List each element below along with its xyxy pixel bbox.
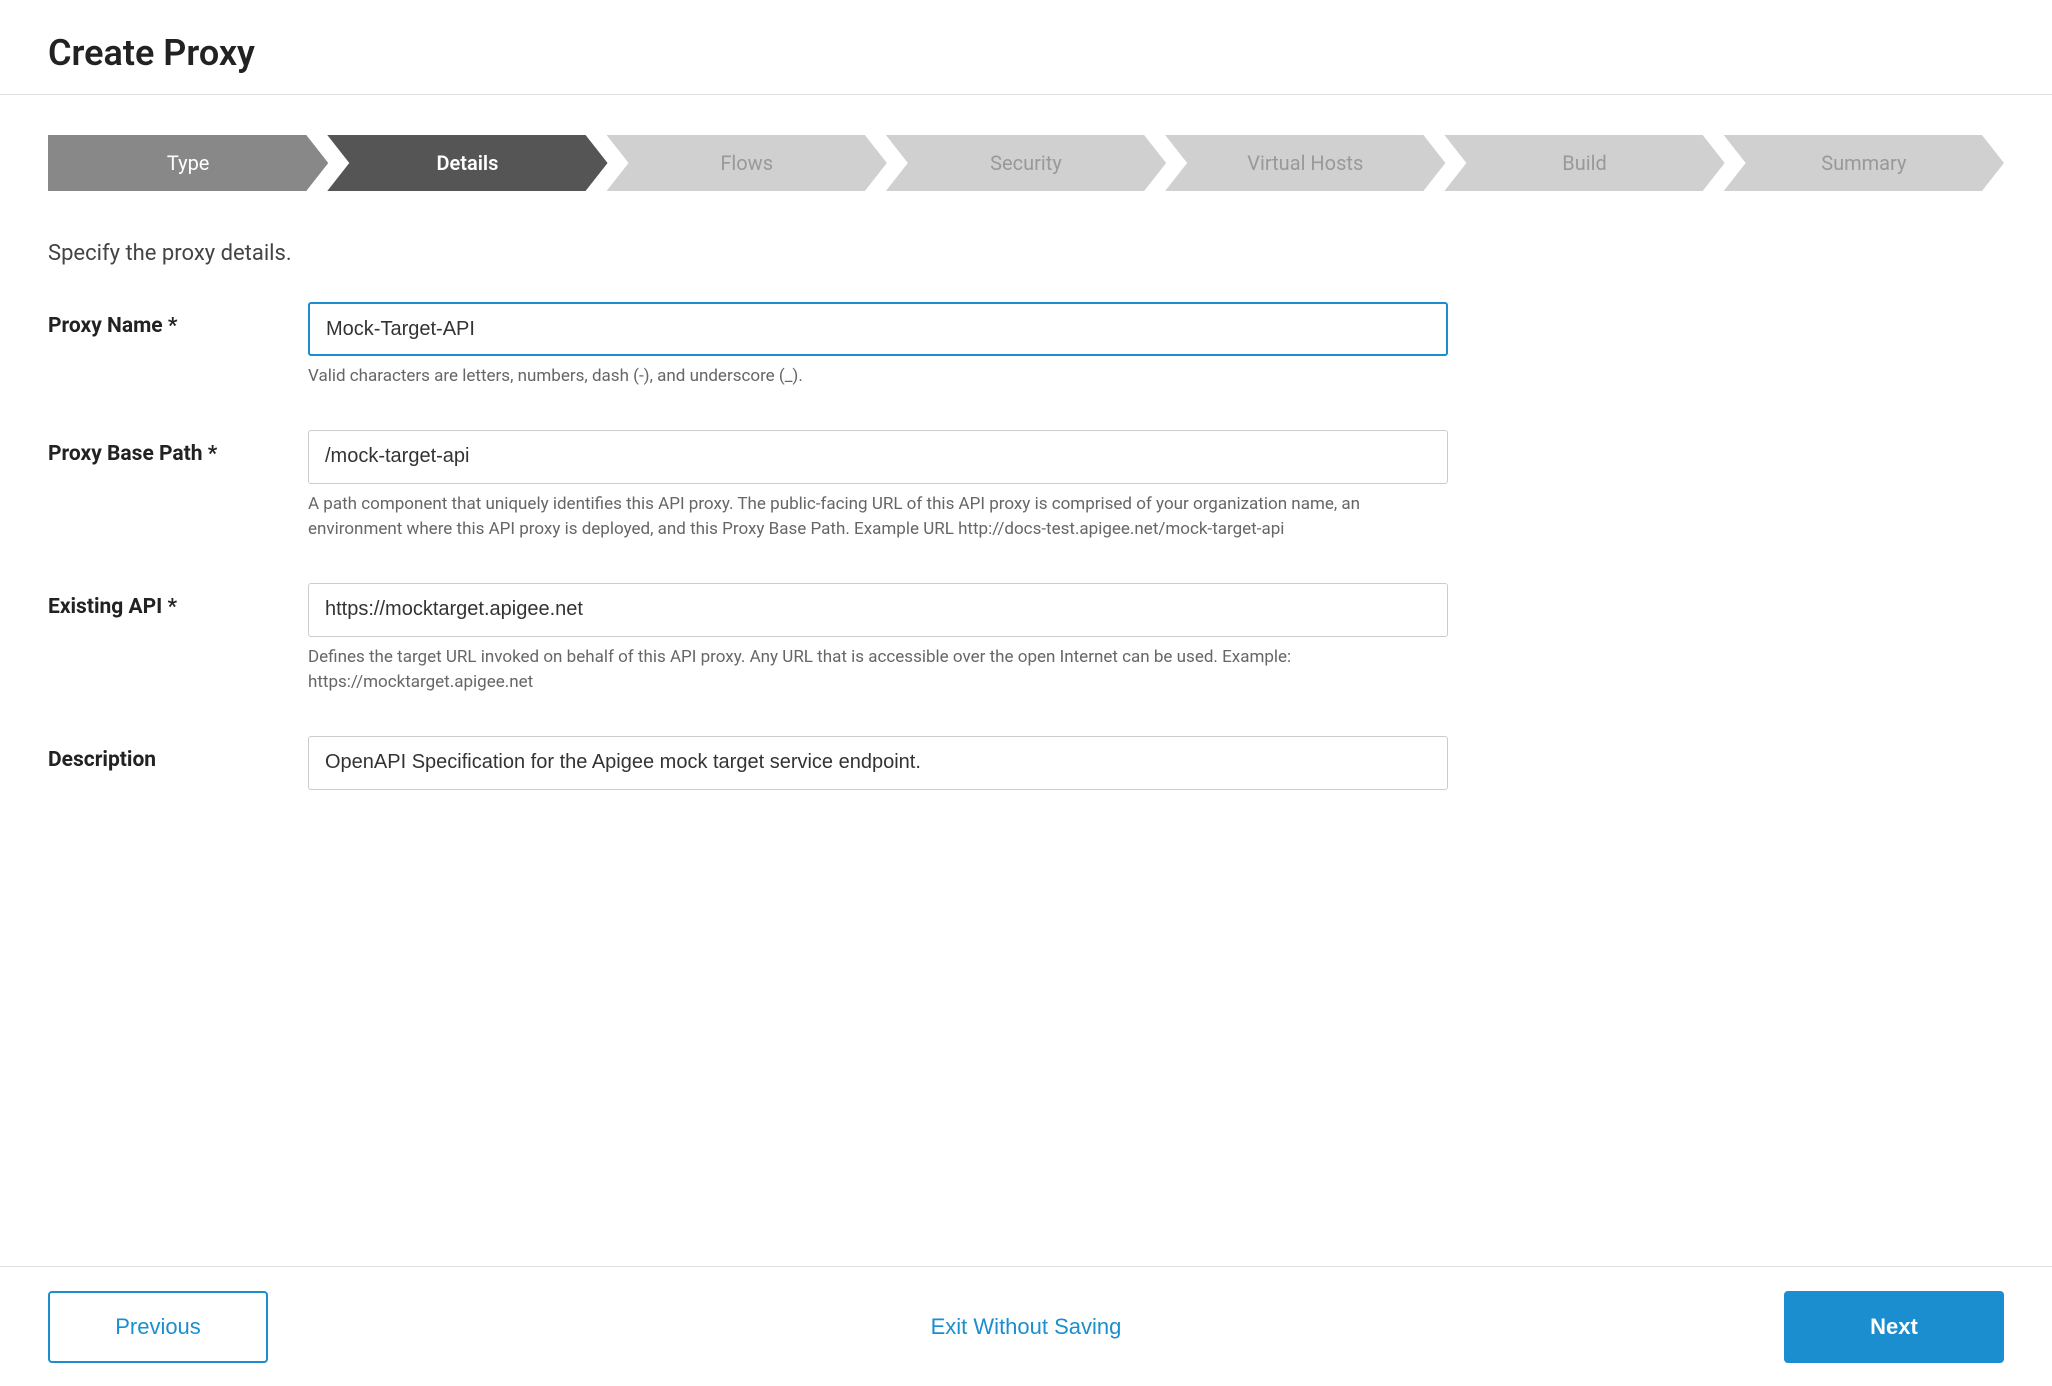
footer: Previous Exit Without Saving Next	[0, 1266, 2052, 1386]
proxy-name-label: Proxy Name *	[48, 314, 177, 338]
description-label-col: Description	[48, 736, 308, 772]
description-label: Description	[48, 748, 156, 772]
page-wrapper: Create Proxy Type Details Flows Security…	[0, 0, 2052, 1386]
proxy-base-path-hint: A path component that uniquely identifie…	[308, 492, 1448, 543]
existing-api-input[interactable]	[308, 583, 1448, 637]
previous-button[interactable]: Previous	[48, 1291, 268, 1363]
existing-api-row: Existing API * Defines the target URL in…	[48, 583, 1448, 696]
stepper: Type Details Flows Security Virtual Host…	[48, 135, 2004, 191]
existing-api-hint: Defines the target URL invoked on behalf…	[308, 645, 1448, 696]
description-row: Description	[48, 736, 1448, 790]
proxy-base-path-input[interactable]	[308, 430, 1448, 484]
proxy-name-input[interactable]	[308, 302, 1448, 356]
proxy-base-path-label-col: Proxy Base Path *	[48, 430, 308, 466]
description-field-col	[308, 736, 1448, 790]
step-virtual-hosts[interactable]: Virtual Hosts	[1165, 135, 1445, 191]
proxy-base-path-label: Proxy Base Path *	[48, 442, 217, 466]
step-build[interactable]: Build	[1444, 135, 1724, 191]
step-security[interactable]: Security	[886, 135, 1166, 191]
proxy-name-label-col: Proxy Name *	[48, 302, 308, 338]
proxy-name-field-col: Valid characters are letters, numbers, d…	[308, 302, 1448, 390]
step-summary-label: Summary	[1821, 151, 1906, 175]
form-container: Proxy Name * Valid characters are letter…	[48, 302, 1448, 790]
proxy-name-hint: Valid characters are letters, numbers, d…	[308, 364, 1448, 390]
step-build-label: Build	[1562, 151, 1607, 175]
exit-button[interactable]: Exit Without Saving	[931, 1314, 1122, 1340]
existing-api-field-col: Defines the target URL invoked on behalf…	[308, 583, 1448, 696]
existing-api-label-col: Existing API *	[48, 583, 308, 619]
step-summary[interactable]: Summary	[1724, 135, 2004, 191]
step-details-label: Details	[436, 151, 498, 175]
step-type-label: Type	[167, 151, 210, 175]
page-title: Create Proxy	[48, 32, 2004, 74]
main-content: Specify the proxy details. Proxy Name * …	[0, 221, 2052, 1266]
step-flows[interactable]: Flows	[607, 135, 887, 191]
stepper-container: Type Details Flows Security Virtual Host…	[0, 95, 2052, 221]
existing-api-label: Existing API *	[48, 595, 177, 619]
step-flows-label: Flows	[720, 151, 773, 175]
step-details[interactable]: Details	[327, 135, 607, 191]
section-description: Specify the proxy details.	[48, 241, 2004, 266]
step-security-label: Security	[990, 151, 1062, 175]
description-input[interactable]	[308, 736, 1448, 790]
next-button[interactable]: Next	[1784, 1291, 2004, 1363]
page-header: Create Proxy	[0, 0, 2052, 95]
proxy-base-path-field-col: A path component that uniquely identifie…	[308, 430, 1448, 543]
step-type[interactable]: Type	[48, 135, 328, 191]
step-virtual-hosts-label: Virtual Hosts	[1247, 151, 1363, 175]
proxy-base-path-row: Proxy Base Path * A path component that …	[48, 430, 1448, 543]
proxy-name-row: Proxy Name * Valid characters are letter…	[48, 302, 1448, 390]
